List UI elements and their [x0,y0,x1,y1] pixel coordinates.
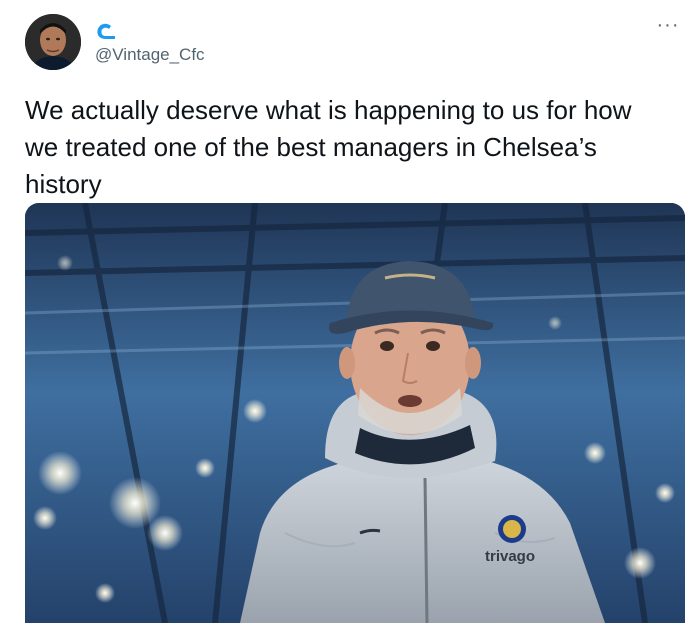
user-handle[interactable]: @Vintage_Cfc [95,45,205,65]
more-options-icon[interactable]: ··· [654,15,682,38]
photo-illustration: trivago [25,203,685,623]
tweet-text: We actually deserve what is happening to… [25,95,632,199]
avatar[interactable] [25,14,81,70]
wave-badge-icon [97,23,115,39]
jacket-branding: trivago [485,548,535,565]
avatar-image [25,14,81,70]
tweet-photo[interactable]: trivago [25,203,685,623]
tweet-card: @Vintage_Cfc ··· We actually deserve wha… [0,0,700,623]
